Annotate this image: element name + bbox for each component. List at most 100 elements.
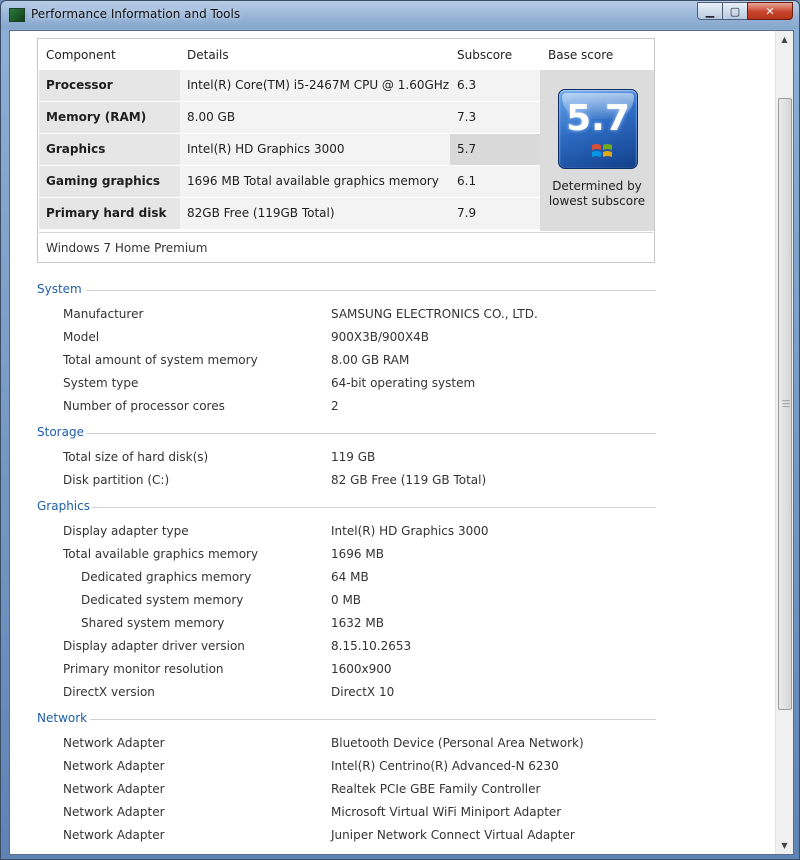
details-cell: Intel(R) HD Graphics 3000 (180, 134, 450, 165)
property-value: Realtek PCIe GBE Family Controller (331, 782, 541, 796)
subscore-cell: 7.9 (450, 198, 540, 229)
table-row: Primary hard disk 82GB Free (119GB Total… (39, 198, 540, 229)
section-divider (86, 433, 656, 434)
property-label: Primary monitor resolution (63, 662, 224, 676)
base-score-value: 5.7 (566, 98, 630, 139)
property-value: 0 MB (331, 593, 362, 607)
scroll-thumb[interactable]: — — — (778, 98, 792, 710)
property-label: Model (63, 330, 100, 344)
table-row: Graphics Intel(R) HD Graphics 3000 5.7 (39, 134, 540, 165)
content-area: Component Details Subscore Base score Pr… (9, 30, 794, 855)
minimize-button[interactable]: ▁ (697, 2, 723, 20)
property-label: Total available graphics memory (63, 547, 259, 561)
scroll-down-button[interactable]: ▼ (776, 837, 793, 854)
title-bar[interactable]: Performance Information and Tools ▁ ▢ ✕ (1, 1, 799, 29)
section-divider (92, 507, 656, 508)
property-label: Network Adapter (63, 805, 165, 819)
property-label: Manufacturer (63, 307, 144, 321)
property-label: Network Adapter (63, 782, 165, 796)
maximize-icon: ▢ (729, 4, 741, 18)
property-value: 82 GB Free (119 GB Total) (331, 473, 487, 487)
header-details: Details (187, 48, 229, 62)
property-label: Total amount of system memory (63, 353, 258, 367)
property-value: 119 GB (331, 450, 376, 464)
base-caption-line2: lowest subscore (548, 194, 646, 208)
score-table: Component Details Subscore Base score Pr… (37, 38, 655, 263)
property-value: Juniper Network Connect Virtual Adapter (331, 828, 575, 842)
property-value: 2 (331, 399, 339, 413)
property-value: 64-bit operating system (331, 376, 476, 390)
chevron-down-icon: ▼ (781, 841, 788, 850)
property-label: DirectX version (63, 685, 155, 699)
performance-icon (9, 8, 25, 22)
scroll-up-button[interactable]: ▲ (776, 31, 793, 48)
property-value: 1632 MB (331, 616, 384, 630)
component-cell: Processor (39, 70, 180, 101)
windows-flag-icon (592, 144, 612, 157)
property-label: Network Adapter (63, 828, 165, 842)
property-label: System type (63, 376, 139, 390)
section-title-network: Network (37, 711, 88, 725)
header-base-score: Base score (548, 48, 614, 62)
property-value: Microsoft Virtual WiFi Miniport Adapter (331, 805, 562, 819)
component-cell: Memory (RAM) (39, 102, 180, 133)
section-title-system: System (37, 282, 82, 296)
property-value: 64 MB (331, 570, 369, 584)
subscore-cell: 5.7 (450, 134, 540, 165)
section-divider (86, 290, 656, 291)
component-cell: Gaming graphics (39, 166, 180, 197)
table-row: Processor Intel(R) Core(TM) i5-2467M CPU… (39, 70, 540, 101)
property-value: SAMSUNG ELECTRONICS CO., LTD. (331, 307, 538, 321)
window-title: Performance Information and Tools (31, 7, 241, 21)
component-cell: Graphics (39, 134, 180, 165)
details-cell: Intel(R) Core(TM) i5-2467M CPU @ 1.60GHz (180, 70, 450, 101)
property-label: Dedicated system memory (81, 593, 244, 607)
property-label: Display adapter driver version (63, 639, 245, 653)
window-controls: ▁ ▢ ✕ (697, 2, 793, 21)
property-value: 8.00 GB RAM (331, 353, 410, 367)
table-row: Gaming graphics 1696 MB Total available … (39, 166, 540, 197)
property-value: 1600x900 (331, 662, 392, 676)
chevron-up-icon: ▲ (781, 35, 788, 44)
close-button[interactable]: ✕ (747, 2, 793, 20)
property-label: Total size of hard disk(s) (63, 450, 209, 464)
details-cell: 8.00 GB (180, 102, 450, 133)
property-value: Intel(R) HD Graphics 3000 (331, 524, 489, 538)
windows-edition: Windows 7 Home Premium (39, 232, 653, 262)
property-value: Bluetooth Device (Personal Area Network) (331, 736, 584, 750)
component-cell: Primary hard disk (39, 198, 180, 229)
property-value: 8.15.10.2653 (331, 639, 412, 653)
minimize-icon: ▁ (705, 4, 715, 18)
property-value: DirectX 10 (331, 685, 395, 699)
section-title-graphics: Graphics (37, 499, 90, 513)
section-title-storage: Storage (37, 425, 84, 439)
table-row: Memory (RAM) 8.00 GB 7.3 (39, 102, 540, 133)
section-divider (90, 719, 656, 720)
header-component: Component (46, 48, 116, 62)
details-cell: 1696 MB Total available graphics memory (180, 166, 450, 197)
property-value: 900X3B/900X4B (331, 330, 430, 344)
vertical-scrollbar[interactable]: ▲ — — — ▼ (775, 31, 793, 854)
details-cell: 82GB Free (119GB Total) (180, 198, 450, 229)
subscore-cell: 6.1 (450, 166, 540, 197)
header-subscore: Subscore (457, 48, 513, 62)
base-score-caption: Determined by lowest subscore (540, 179, 654, 209)
base-score-badge: 5.7 (558, 89, 638, 169)
maximize-button[interactable]: ▢ (722, 2, 748, 20)
property-label: Network Adapter (63, 759, 165, 773)
property-value: 1696 MB (331, 547, 384, 561)
window-frame: Performance Information and Tools ▁ ▢ ✕ … (0, 0, 800, 860)
property-label: Dedicated graphics memory (81, 570, 252, 584)
property-label: Disk partition (C:) (63, 473, 170, 487)
subscore-cell: 7.3 (450, 102, 540, 133)
property-label: Display adapter type (63, 524, 189, 538)
grip-icon: — — — (782, 396, 790, 411)
base-score-panel: 5.7 Determined by lowest subscore (540, 70, 654, 231)
base-caption-line1: Determined by (552, 179, 642, 193)
property-label: Number of processor cores (63, 399, 225, 413)
close-icon: ✕ (765, 4, 775, 18)
property-label: Shared system memory (81, 616, 225, 630)
property-label: Network Adapter (63, 736, 165, 750)
property-value: Intel(R) Centrino(R) Advanced-N 6230 (331, 759, 559, 773)
subscore-cell: 6.3 (450, 70, 540, 101)
